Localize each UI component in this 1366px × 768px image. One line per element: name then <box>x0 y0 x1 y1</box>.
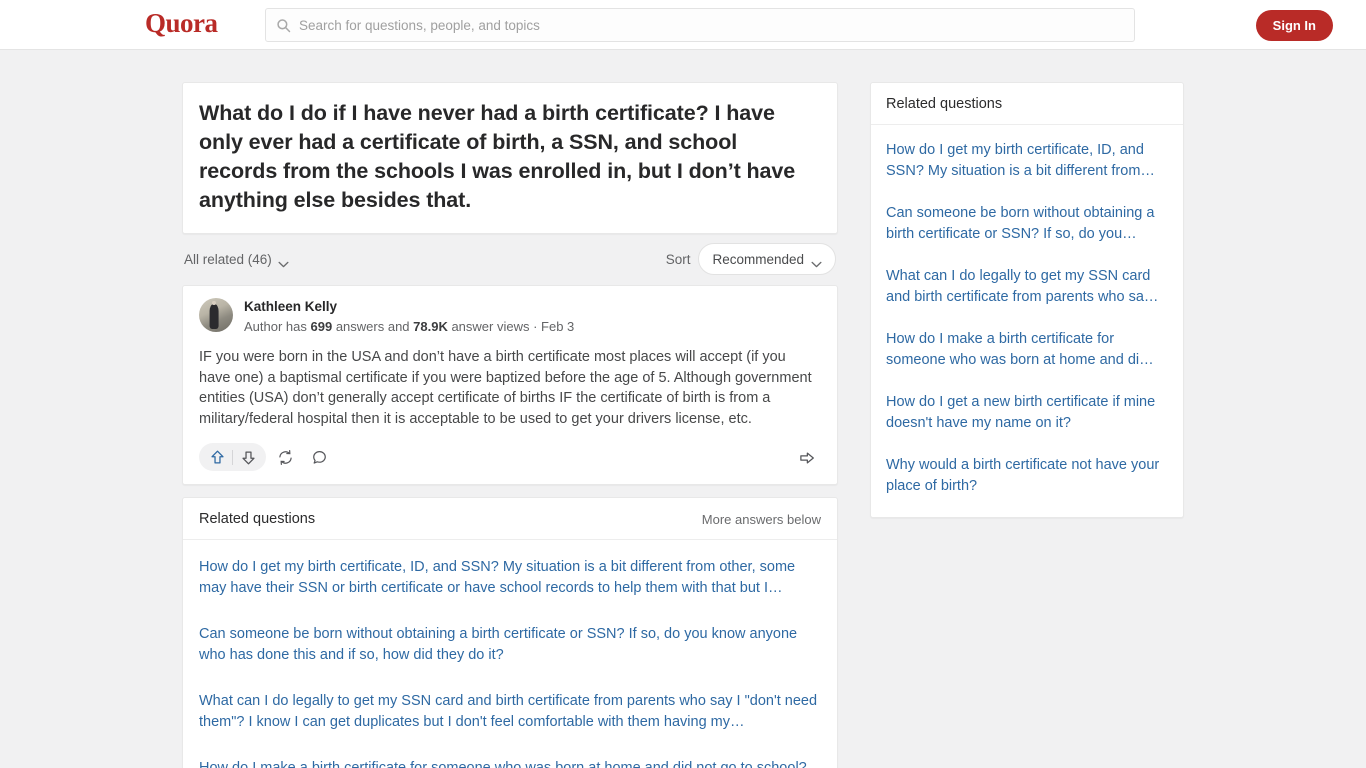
chevron-down-icon <box>811 256 822 267</box>
actions-left <box>199 443 334 471</box>
author-meta-prefix: Author has <box>244 319 311 334</box>
upvote-button[interactable] <box>202 444 232 470</box>
author-info: Kathleen Kelly Author has 699 answers an… <box>244 298 574 336</box>
related-questions-card: Related questions More answers below How… <box>182 497 838 768</box>
page-title: What do I do if I have never had a birth… <box>199 101 796 212</box>
sidebar-item-1[interactable]: Can someone be born without obtaining a … <box>886 192 1168 255</box>
quora-logo[interactable]: Quora <box>145 8 218 38</box>
sidebar-item-0[interactable]: How do I get my birth certificate, ID, a… <box>886 129 1168 192</box>
sidebar-related-questions-card: Related questions How do I get my birth … <box>870 82 1184 518</box>
sidebar-title: Related questions <box>871 83 1183 125</box>
page-body: What do I do if I have never had a birth… <box>0 50 1366 768</box>
filter-bar: All related (46) Sort Recommended <box>184 241 836 277</box>
related-questions-header: Related questions More answers below <box>183 498 837 540</box>
answers-count: 699 <box>310 319 333 334</box>
site-header: Quora Sign In <box>0 0 1366 50</box>
sort-label: Sort <box>665 251 691 267</box>
avatar[interactable] <box>199 298 233 332</box>
search-icon <box>276 18 291 33</box>
views-count: 78.9K <box>413 319 448 334</box>
sort-value: Recommended <box>712 251 804 267</box>
list-item[interactable]: How do I get my birth certificate, ID, a… <box>199 544 821 611</box>
downvote-button[interactable] <box>233 444 263 470</box>
sidebar-related-list: How do I get my birth certificate, ID, a… <box>871 125 1183 517</box>
all-related-dropdown[interactable]: All related (46) <box>184 252 289 267</box>
list-item[interactable]: How do I make a birth certificate for so… <box>199 745 821 768</box>
answer-actions <box>199 438 821 476</box>
author-meta-suffix: answer views · Feb 3 <box>447 319 575 334</box>
sidebar-item-2[interactable]: What can I do legally to get my SSN card… <box>886 255 1168 318</box>
answer-card: Kathleen Kelly Author has 699 answers an… <box>182 285 838 485</box>
search-input[interactable] <box>299 17 1124 33</box>
repost-button[interactable] <box>270 444 300 470</box>
vote-pill <box>199 443 266 471</box>
share-icon <box>798 449 815 466</box>
sort-dropdown[interactable]: Recommended <box>698 243 836 275</box>
repost-icon <box>277 449 294 466</box>
downvote-icon <box>240 449 257 466</box>
answer-text: IF you were born in the USA and don’t ha… <box>199 349 812 427</box>
sidebar-item-3[interactable]: How do I make a birth certificate for so… <box>886 318 1168 381</box>
related-questions-list: How do I get my birth certificate, ID, a… <box>183 540 837 768</box>
chevron-down-icon <box>278 256 289 267</box>
author-credential: Author has 699 answers and 78.9K answer … <box>244 317 574 336</box>
sidebar-item-5[interactable]: Why would a birth certificate not have y… <box>886 444 1168 507</box>
comment-icon <box>311 449 328 466</box>
author-meta-middle: answers and <box>332 319 414 334</box>
all-related-label: All related (46) <box>184 251 272 267</box>
list-item[interactable]: Can someone be born without obtaining a … <box>199 611 821 678</box>
author-name[interactable]: Kathleen Kelly <box>244 298 574 316</box>
question-card: What do I do if I have never had a birth… <box>182 82 838 234</box>
share-button[interactable] <box>791 444 821 470</box>
author-row: Kathleen Kelly Author has 699 answers an… <box>199 298 821 336</box>
main-column: What do I do if I have never had a birth… <box>182 82 838 768</box>
related-questions-title: Related questions <box>199 511 316 527</box>
comment-button[interactable] <box>304 444 334 470</box>
search-bar[interactable] <box>265 8 1135 42</box>
sidebar-column: Related questions How do I get my birth … <box>870 82 1184 768</box>
sort-group: Sort Recommended <box>666 243 836 275</box>
sign-in-button[interactable]: Sign In <box>1255 10 1333 41</box>
more-answers-below-label: More answers below <box>701 511 821 527</box>
list-item[interactable]: What can I do legally to get my SSN card… <box>199 678 821 745</box>
upvote-icon <box>209 449 226 466</box>
sidebar-item-4[interactable]: How do I get a new birth certificate if … <box>886 381 1168 444</box>
